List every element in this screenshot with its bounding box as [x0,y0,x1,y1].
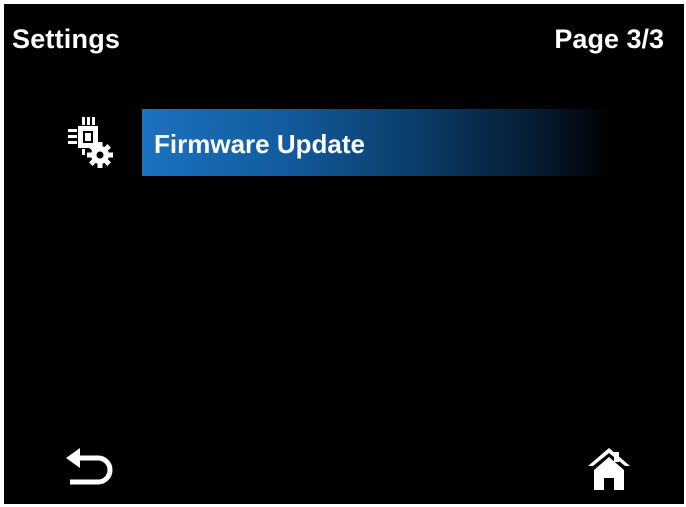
menu-item-label: Firmware Update [154,129,365,159]
back-arrow-icon [60,448,120,498]
page-title: Settings [12,24,121,54]
firmware-chip-gear-icon [54,111,118,175]
header: Settings Page 3/3 [4,4,684,74]
menu-item-firmware-update[interactable]: Firmware Update [4,109,684,177]
page-indicator: Page 3/3 [554,24,664,54]
home-icon [584,448,634,498]
back-button[interactable] [60,444,120,494]
device-screen: Settings Page 3/3 Firmware Update [4,4,684,504]
home-button[interactable] [584,444,634,494]
